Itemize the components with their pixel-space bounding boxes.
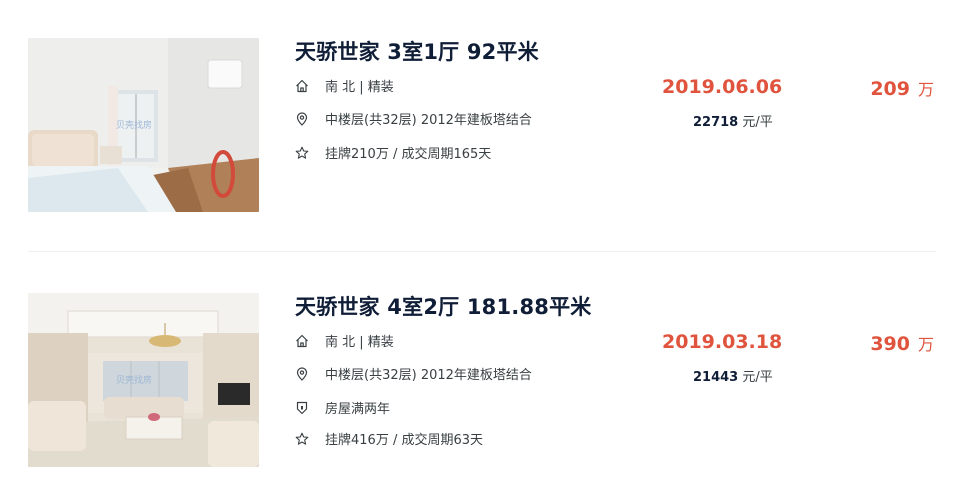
tag-text: 房屋满两年 xyxy=(325,402,391,417)
listing-divider xyxy=(28,251,936,252)
unit-price-value: 21443 xyxy=(693,370,739,385)
deal-date: 2019.06.06 xyxy=(662,76,783,98)
house-icon xyxy=(295,79,309,93)
tag-row: 房屋满两年 xyxy=(295,398,390,417)
deal-date: 2019.03.18 xyxy=(662,331,783,353)
orientation-decor-row: 南 北 | 精装 xyxy=(295,331,394,350)
total-price: 209 万 xyxy=(870,76,934,100)
orientation-decor-text: 南 北 | 精装 xyxy=(325,80,394,95)
floor-info-row: 中楼层(共32层) 2012年建板塔结合 xyxy=(295,364,532,383)
orientation-decor-row: 南 北 | 精装 xyxy=(295,76,394,95)
unit-price-unit: 元/平 xyxy=(742,115,773,130)
shield-icon xyxy=(295,401,309,415)
star-icon xyxy=(295,146,309,160)
total-price-value: 390 xyxy=(870,333,910,355)
listing-info-text: 挂牌210万 / 成交周期165天 xyxy=(325,147,492,162)
listing-photo[interactable]: 贝壳找房 xyxy=(28,38,259,212)
listing-info-row: 挂牌416万 / 成交周期63天 xyxy=(295,429,483,448)
unit-price: 21443 元/平 xyxy=(693,366,773,385)
listing-info-text: 挂牌416万 / 成交周期63天 xyxy=(325,433,483,448)
location-pin-icon xyxy=(295,366,309,381)
listing-photo[interactable]: 贝壳找房 xyxy=(28,293,259,467)
orientation-decor-text: 南 北 | 精装 xyxy=(325,335,394,350)
total-price-unit: 万 xyxy=(917,335,934,354)
total-price-unit: 万 xyxy=(917,80,934,99)
listing-info-row: 挂牌210万 / 成交周期165天 xyxy=(295,143,491,162)
floor-info-row: 中楼层(共32层) 2012年建板塔结合 xyxy=(295,109,532,128)
image-watermark: 贝壳找房 xyxy=(116,374,152,386)
listing-title[interactable]: 天骄世家 4室2厅 181.88平米 xyxy=(295,291,591,321)
listing-title[interactable]: 天骄世家 3室1厅 92平米 xyxy=(295,36,539,66)
floor-info-text: 中楼层(共32层) 2012年建板塔结合 xyxy=(325,368,532,383)
star-icon xyxy=(295,432,309,446)
total-price: 390 万 xyxy=(870,331,934,355)
total-price-value: 209 xyxy=(870,78,910,100)
image-watermark: 贝壳找房 xyxy=(116,119,152,131)
unit-price-unit: 元/平 xyxy=(742,370,773,385)
location-pin-icon xyxy=(295,111,309,126)
house-icon xyxy=(295,334,309,348)
unit-price-value: 22718 xyxy=(693,115,739,130)
floor-info-text: 中楼层(共32层) 2012年建板塔结合 xyxy=(325,113,532,128)
unit-price: 22718 元/平 xyxy=(693,111,773,130)
